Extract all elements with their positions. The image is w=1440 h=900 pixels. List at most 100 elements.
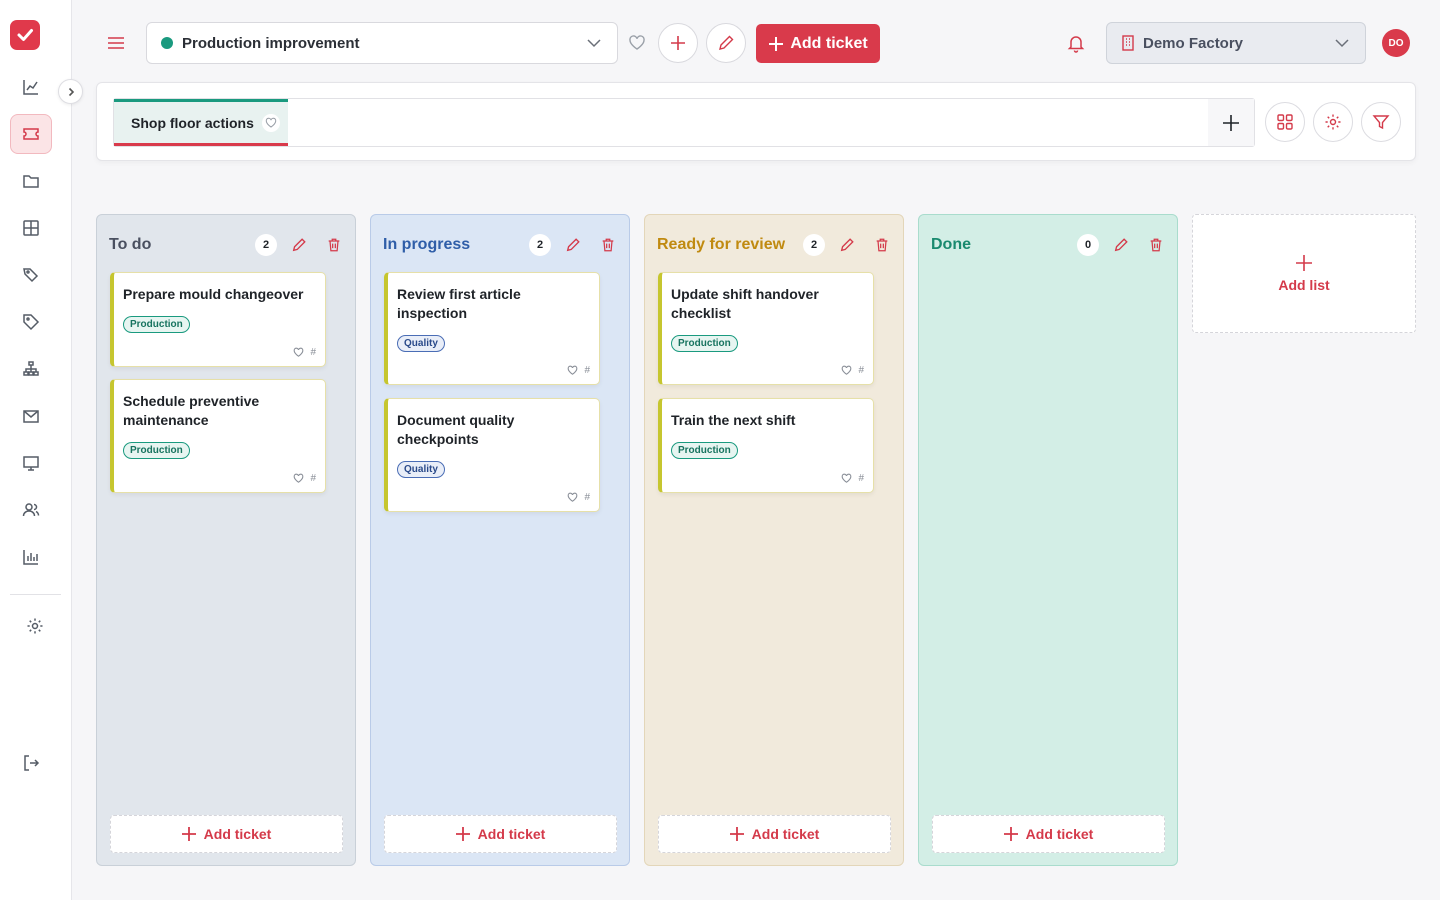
expand-sidebar-chevron-icon[interactable] <box>58 79 83 104</box>
plus-icon <box>729 827 744 841</box>
ticket-card[interactable]: Train the next shift Production # <box>658 398 874 493</box>
plus-icon <box>181 827 196 841</box>
column-count-badge: 2 <box>255 234 277 256</box>
edit-column-pencil-icon[interactable] <box>838 236 856 254</box>
ticket-title: Prepare mould changeover <box>123 286 304 302</box>
tab-label: Shop floor actions <box>131 114 254 131</box>
grid-icon <box>1277 114 1293 130</box>
column-header: Done 0 <box>931 234 1165 256</box>
tags-nav-icon[interactable] <box>10 255 52 295</box>
ticket-hash: # <box>584 365 590 376</box>
column-title: Done <box>931 236 971 253</box>
monitor-nav-icon[interactable] <box>10 443 52 483</box>
column-title: In progress <box>383 236 471 253</box>
add-list-button[interactable]: Add list <box>1192 214 1416 333</box>
delete-column-trash-icon[interactable] <box>873 236 891 254</box>
ticket-tag: Quality <box>397 335 445 352</box>
column-to-do: To do 2 Prepare mould changeover Product… <box>96 214 356 866</box>
logout-nav-icon[interactable] <box>10 743 52 783</box>
ticket-heart-icon[interactable] <box>567 492 578 503</box>
column-header: Ready for review 2 <box>657 234 891 256</box>
column-count-badge: 2 <box>803 234 825 256</box>
plus-icon <box>455 827 470 841</box>
ticket-footer: # <box>567 492 590 503</box>
column-in-progress: In progress 2 Review first article inspe… <box>370 214 630 866</box>
project-select-label: Production improvement <box>182 34 360 52</box>
filter-button[interactable] <box>1361 102 1401 142</box>
reports-nav-icon[interactable] <box>10 537 52 577</box>
favorite-heart-icon[interactable] <box>628 34 646 52</box>
edit-project-button[interactable] <box>706 23 746 63</box>
edit-column-pencil-icon[interactable] <box>564 236 582 254</box>
tab-shop-floor-actions[interactable]: Shop floor actions <box>114 99 288 146</box>
ticket-tag: Production <box>671 335 738 352</box>
column-add-ticket-button[interactable]: Add ticket <box>658 815 891 853</box>
ticket-heart-icon[interactable] <box>567 365 578 376</box>
ticket-heart-icon[interactable] <box>293 347 304 358</box>
column-title: Ready for review <box>657 236 786 253</box>
gear-icon <box>1325 114 1341 130</box>
ticket-title: Document quality checkpoints <box>397 412 515 447</box>
plus-icon <box>1296 254 1312 271</box>
ticket-hash: # <box>310 473 316 484</box>
tab-favorite-heart-icon[interactable] <box>261 113 280 132</box>
board-tabs: Shop floor actions <box>113 98 1255 147</box>
tag-nav-icon[interactable] <box>10 302 52 342</box>
ticket-card[interactable]: Update shift handover checklist Producti… <box>658 272 874 385</box>
project-select[interactable]: Production improvement <box>146 22 618 64</box>
add-list-label: Add list <box>1278 276 1330 293</box>
plus-icon <box>1003 827 1018 841</box>
layout-grid-button[interactable] <box>1265 102 1305 142</box>
edit-column-pencil-icon[interactable] <box>1112 236 1130 254</box>
mail-nav-icon[interactable] <box>10 396 52 436</box>
column-add-ticket-button[interactable]: Add ticket <box>110 815 343 853</box>
menu-icon[interactable] <box>104 31 128 55</box>
factory-select[interactable]: Demo Factory <box>1106 22 1366 64</box>
hierarchy-nav-icon[interactable] <box>10 349 52 389</box>
ticket-card[interactable]: Schedule preventive maintenance Producti… <box>110 379 326 493</box>
settings-nav-icon[interactable] <box>14 606 56 646</box>
board-tabs-panel: Shop floor actions <box>96 82 1416 161</box>
delete-column-trash-icon[interactable] <box>1147 236 1165 254</box>
ticket-footer: # <box>293 347 316 358</box>
grid-nav-icon[interactable] <box>10 208 52 248</box>
ticket-heart-icon[interactable] <box>293 473 304 484</box>
column-add-ticket-label: Add ticket <box>751 826 820 842</box>
folder-nav-icon[interactable] <box>10 161 52 201</box>
filter-icon <box>1372 115 1390 130</box>
ticket-card[interactable]: Document quality checkpoints Quality # <box>384 398 600 512</box>
analytics-nav-icon[interactable] <box>10 67 52 107</box>
ticket-heart-icon[interactable] <box>841 365 852 376</box>
app-logo-icon[interactable] <box>10 20 40 50</box>
ticket-title: Schedule preventive maintenance <box>123 393 260 428</box>
pencil-icon <box>719 35 734 50</box>
delete-column-trash-icon[interactable] <box>599 236 617 254</box>
column-count-badge: 2 <box>529 234 551 256</box>
factory-select-label: Demo Factory <box>1143 34 1244 52</box>
building-icon <box>1122 35 1134 51</box>
ticket-card[interactable]: Review first article inspection Quality … <box>384 272 600 385</box>
users-nav-icon[interactable] <box>10 490 52 530</box>
ticket-hash: # <box>858 473 864 484</box>
ticket-card[interactable]: Prepare mould changeover Production # <box>110 272 326 367</box>
tickets-nav-icon[interactable] <box>10 114 52 154</box>
user-avatar[interactable]: DO <box>1382 29 1410 57</box>
sidebar <box>0 0 72 900</box>
notification-bell-icon[interactable] <box>1066 33 1086 53</box>
ticket-title: Update shift handover checklist <box>671 286 819 321</box>
ticket-hash: # <box>584 492 590 503</box>
add-ticket-button[interactable]: Add ticket <box>756 24 880 63</box>
ticket-tag: Production <box>123 442 190 459</box>
ticket-heart-icon[interactable] <box>841 473 852 484</box>
delete-column-trash-icon[interactable] <box>325 236 343 254</box>
plus-icon <box>1223 114 1239 131</box>
ticket-tag: Production <box>123 316 190 333</box>
column-add-ticket-label: Add ticket <box>1025 826 1094 842</box>
add-project-button[interactable] <box>658 23 698 63</box>
edit-column-pencil-icon[interactable] <box>290 236 308 254</box>
plus-icon <box>671 36 685 50</box>
column-add-ticket-button[interactable]: Add ticket <box>384 815 617 853</box>
column-add-ticket-button[interactable]: Add ticket <box>932 815 1165 853</box>
board-settings-button[interactable] <box>1313 102 1353 142</box>
add-board-button[interactable] <box>1208 99 1254 146</box>
